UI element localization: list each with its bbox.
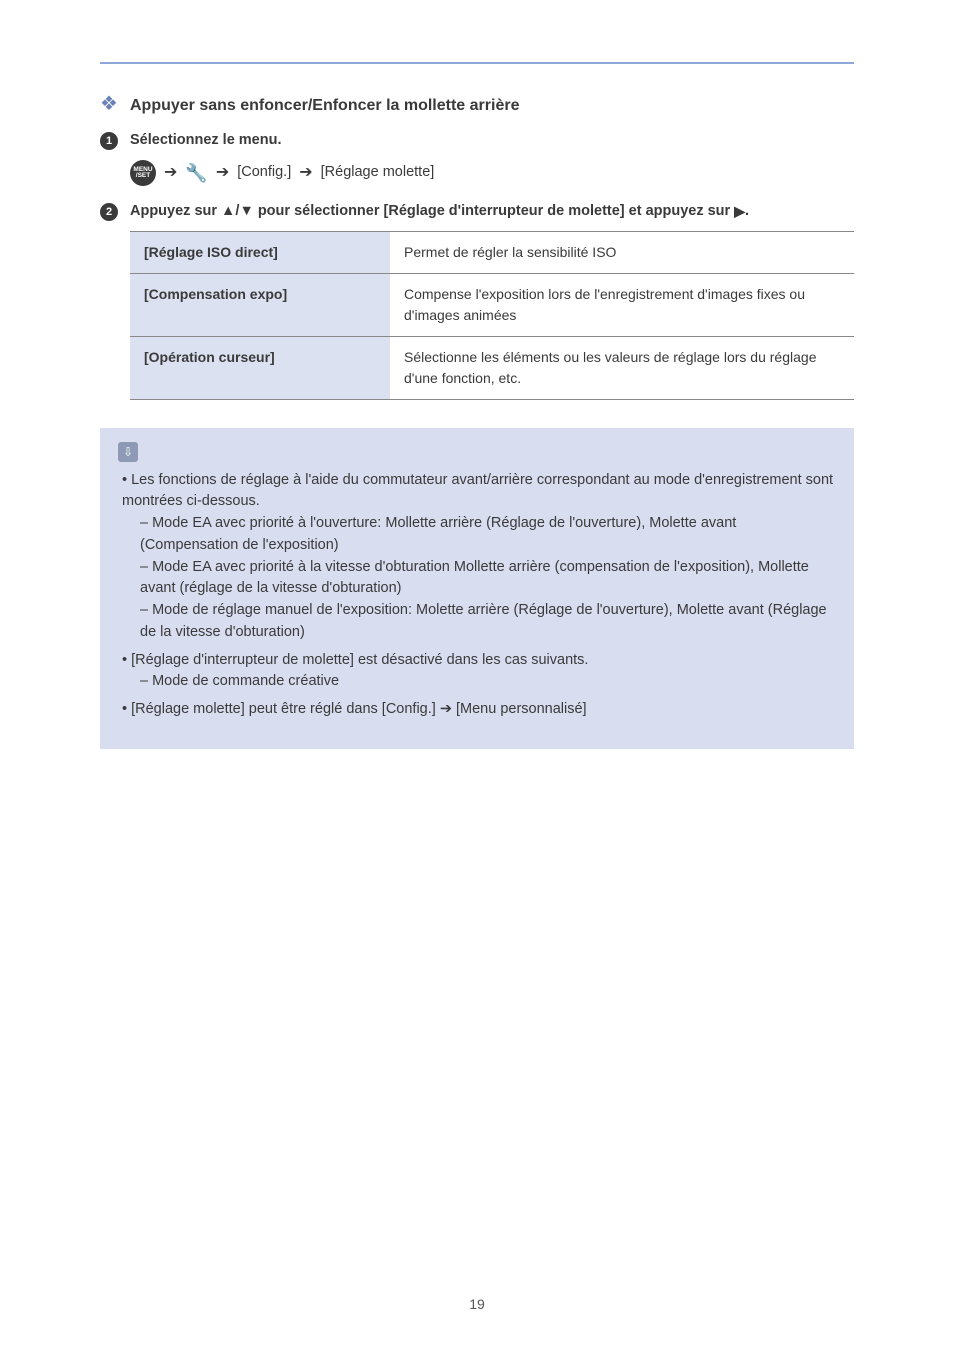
note-sub: Mode EA avec priorité à l'ouverture: Mol… — [122, 513, 836, 557]
option-key: [Réglage ISO direct] — [130, 231, 390, 273]
option-value: Permet de régler la sensibilité ISO — [390, 231, 854, 273]
option-key: [Compensation expo] — [130, 273, 390, 336]
step2-end: . — [745, 203, 749, 219]
arrow-right-icon: ➔ — [440, 701, 452, 717]
arrow-right-icon: ➔ — [216, 161, 229, 185]
arrow-right-icon: ➔ — [164, 161, 177, 185]
step2-number-icon: 2 — [100, 203, 118, 221]
section-title: Appuyer sans enfoncer/Enfoncer la mollet… — [130, 94, 854, 118]
note-item: [Réglage d'interrupteur de molette] est … — [122, 650, 836, 694]
table-row: [Réglage ISO direct] Permet de régler la… — [130, 231, 854, 273]
top-rule — [100, 62, 854, 64]
menu-dialset-label: [Réglage molette] — [321, 162, 435, 184]
down-icon: ▼ — [239, 203, 253, 219]
table-row: [Compensation expo] Compense l'expositio… — [130, 273, 854, 336]
step2-prefix: Appuyez sur — [130, 203, 221, 219]
play-right-icon: ▶ — [734, 203, 745, 219]
options-table: [Réglage ISO direct] Permet de régler la… — [130, 231, 854, 400]
table-row: [Opération curseur] Sélectionne les élém… — [130, 336, 854, 399]
arrow-right-icon: ➔ — [299, 161, 312, 185]
menu-path: MENU/SET ➔ 🔧 ➔ [Config.] ➔ [Réglage mole… — [130, 160, 854, 187]
diamond-icon: ❖ — [100, 93, 118, 115]
note-item: Les fonctions de réglage à l'aide du com… — [122, 470, 836, 644]
note-sub: Mode de commande créative — [122, 671, 836, 693]
option-value: Sélectionne les éléments ou les valeurs … — [390, 336, 854, 399]
up-icon: ▲ — [221, 203, 235, 219]
wrench-icon: 🔧 — [185, 160, 207, 187]
step2-text: Appuyez sur ▲/▼ pour sélectionner [Régla… — [130, 201, 854, 223]
note-icon: ⇩ — [118, 442, 138, 462]
step1-label: Sélectionnez le menu. — [130, 130, 854, 152]
step2-suffix: pour sélectionner [Réglage d'interrupteu… — [254, 203, 734, 219]
page-number: 19 — [469, 1294, 485, 1315]
note-item: [Réglage molette] peut être réglé dans [… — [122, 699, 836, 721]
menu-set-icon: MENU/SET — [130, 160, 156, 186]
note-sub: Mode EA avec priorité à la vitesse d'obt… — [122, 557, 836, 601]
note-sub: Mode de réglage manuel de l'exposition: … — [122, 600, 836, 644]
option-key: [Opération curseur] — [130, 336, 390, 399]
menu-setup-label: [Config.] — [237, 162, 291, 184]
option-value: Compense l'exposition lors de l'enregist… — [390, 273, 854, 336]
step1-number-icon: 1 — [100, 132, 118, 150]
note-box: ⇩ Les fonctions de réglage à l'aide du c… — [100, 428, 854, 749]
